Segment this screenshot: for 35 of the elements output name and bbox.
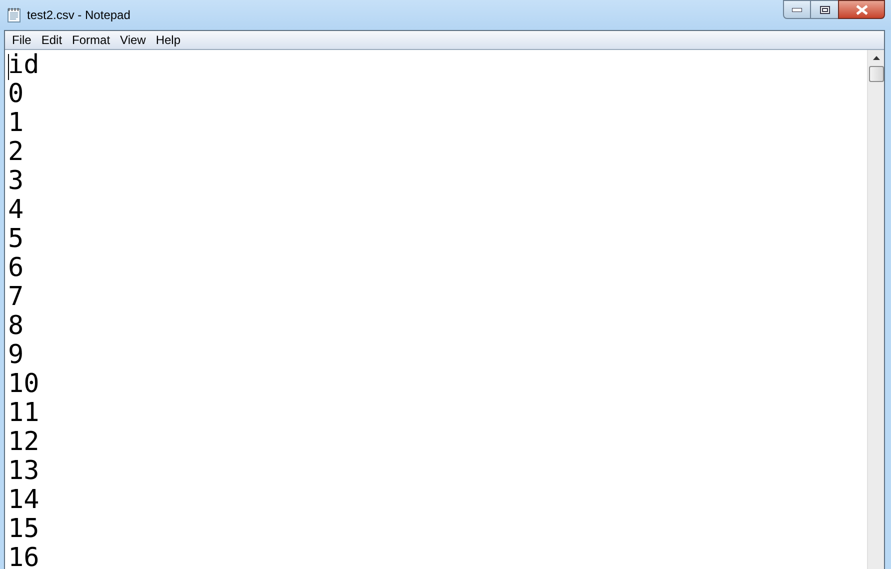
scroll-up-icon[interactable] (872, 56, 880, 60)
text-line: id (8, 51, 40, 80)
text-line: 14 (8, 486, 40, 515)
close-icon (856, 4, 868, 14)
maximize-button[interactable] (811, 0, 838, 19)
text-line: 4 (8, 196, 24, 225)
text-line: 15 (8, 515, 40, 544)
text-line: 5 (8, 225, 24, 254)
text-line: 0 (8, 80, 24, 109)
menu-item[interactable]: Edit (36, 31, 68, 49)
menu-item[interactable]: Format (67, 31, 116, 49)
text-line: 3 (8, 167, 24, 196)
maximize-icon (820, 6, 830, 14)
text-line: 16 (8, 544, 40, 569)
minimize-icon (792, 8, 802, 12)
text-line: 7 (8, 283, 24, 312)
scrollbar[interactable] (867, 50, 884, 569)
close-button[interactable] (838, 0, 885, 19)
window-title: test2.csv - Notepad (27, 7, 130, 24)
text-area[interactable]: id 0 1 2 3 4 5 6 7 8 9 10 11 12 13 14 15 16 (5, 50, 867, 569)
menu-item[interactable]: Help (150, 31, 186, 49)
menu-item[interactable]: View (115, 31, 151, 49)
text-line: 13 (8, 457, 40, 486)
text-line: 2 (8, 138, 24, 167)
minimize-button[interactable] (783, 0, 811, 19)
text-line: 8 (8, 312, 24, 341)
text-line: 10 (8, 370, 40, 399)
text-line: 11 (8, 399, 40, 428)
text-line: 12 (8, 428, 40, 457)
text-line: 9 (8, 341, 24, 370)
scroll-thumb[interactable] (868, 66, 884, 82)
text-line: 6 (8, 254, 24, 283)
menu-item[interactable]: File (7, 31, 36, 49)
text-line: 1 (8, 109, 24, 138)
notepad-icon (6, 7, 22, 23)
